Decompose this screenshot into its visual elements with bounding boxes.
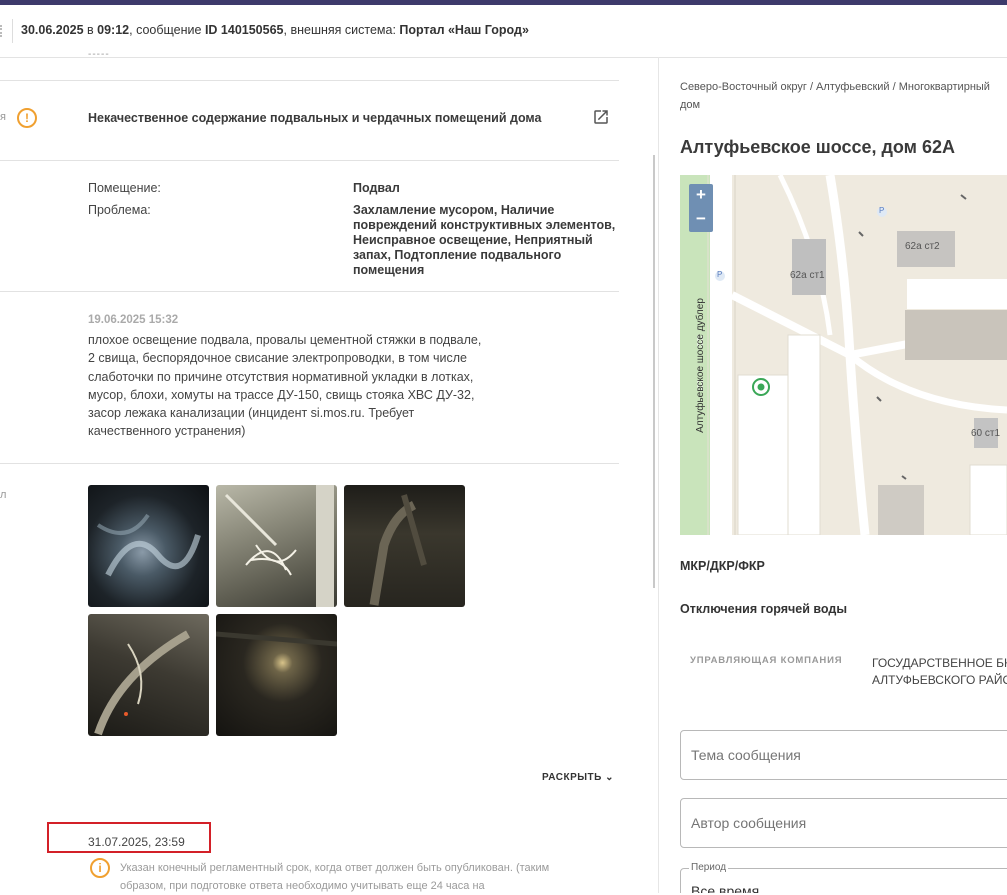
hot-water-section-title: Отключения горячей воды [680, 602, 848, 616]
divider [0, 463, 619, 464]
cut-label-fragment: л [0, 489, 7, 501]
photo-thumbnail[interactable] [88, 485, 209, 607]
message-date: 30.06.2025 [21, 23, 84, 37]
map-canvas [680, 175, 1007, 535]
map-building-label: 60 ст1 [971, 428, 1001, 439]
divider [0, 291, 619, 292]
period-value: Все время [691, 883, 760, 893]
management-company-value: ГОСУДАРСТВЕННОЕ БК АЛТУФЬЕВСКОГО РАЙО [872, 656, 1007, 687]
map-building-label: 62а ст2 [905, 241, 940, 252]
chevron-down-icon: ⌄ [605, 772, 615, 783]
deadline-value: 31.07.2025, 23:59 [88, 835, 185, 849]
message-time: 09:12 [97, 23, 130, 37]
warning-icon: ! [17, 108, 37, 128]
map-zoom-control: + − [689, 184, 713, 232]
photo-image [94, 630, 190, 736]
scrollbar[interactable] [653, 155, 655, 588]
topic-field[interactable] [680, 730, 1007, 780]
header-info: 30.06.2025 в 09:12, сообщение ID 1401505… [21, 23, 529, 37]
photo-image [216, 631, 337, 647]
message-datetime: 19.06.2025 15:32 [88, 314, 179, 326]
divider [0, 160, 619, 161]
author-field[interactable] [680, 798, 1007, 848]
photo-thumbnail[interactable] [344, 485, 465, 607]
mkr-section-title: МКР/ДКР/ФКР [680, 559, 765, 573]
topic-input[interactable] [681, 731, 1007, 779]
parking-icon: P [717, 270, 723, 279]
map[interactable]: P P 62а ст1 62а ст2 60 ст1 Алтуфьевское … [680, 175, 1007, 535]
period-label: Период [689, 862, 729, 873]
zoom-in-button[interactable]: + [689, 184, 713, 208]
parking-icon: P [879, 206, 885, 215]
period-select[interactable]: Период Все время [680, 862, 1007, 893]
address-panel: Северо-Восточный округ / Алтуфьевский / … [659, 57, 1007, 893]
cut-label-fragment: я [0, 111, 6, 123]
detail-label-room: Помещение: [88, 181, 161, 195]
drag-handle-icon[interactable] [0, 25, 4, 37]
photo-image [96, 513, 201, 577]
detail-label-problem: Проблема: [88, 203, 151, 217]
photo-thumbnail[interactable] [88, 614, 209, 736]
author-input[interactable] [681, 799, 1007, 847]
header-divider [12, 19, 13, 43]
photo-image [224, 485, 334, 607]
message-details-panel: ----- я ! Некачественное содержание подв… [0, 49, 619, 893]
external-system: Портал «Наш Город» [399, 23, 529, 37]
map-street-label: Алтуфьевское шоссе дублер [694, 298, 706, 433]
message-header: 30.06.2025 в 09:12, сообщение ID 1401505… [0, 5, 1007, 58]
message-text: плохое освещение подвала, провалы цемент… [88, 333, 482, 439]
photo-thumbnail[interactable] [216, 485, 337, 607]
map-building-label: 62а ст1 [790, 270, 825, 281]
management-company-label: УПРАВЛЯЮЩАЯ КОМПАНИЯ [690, 655, 843, 666]
photo-thumbnail[interactable] [216, 614, 337, 736]
placeholder-dashes: ----- [88, 49, 110, 60]
message-subject: Некачественное содержание подвальных и ч… [88, 111, 542, 125]
photo-image [369, 494, 427, 606]
deadline-note: Указан конечный регламентный срок, когда… [120, 862, 550, 892]
address-title: Алтуфьевское шоссе, дом 62А [680, 137, 956, 157]
detail-value-room: Подвал [353, 181, 400, 195]
expand-button[interactable]: РАСКРЫТЬ ⌄ [542, 772, 614, 783]
divider [0, 80, 619, 81]
detail-value-problem: Захламление мусором, Наличие повреждений… [353, 203, 616, 277]
info-warning-icon: i [90, 858, 110, 878]
message-id: ID 140150565 [204, 23, 284, 37]
open-external-icon[interactable] [592, 108, 610, 126]
breadcrumb: Северо-Восточный округ / Алтуфьевский / … [680, 81, 990, 111]
zoom-out-button[interactable]: − [689, 208, 713, 232]
